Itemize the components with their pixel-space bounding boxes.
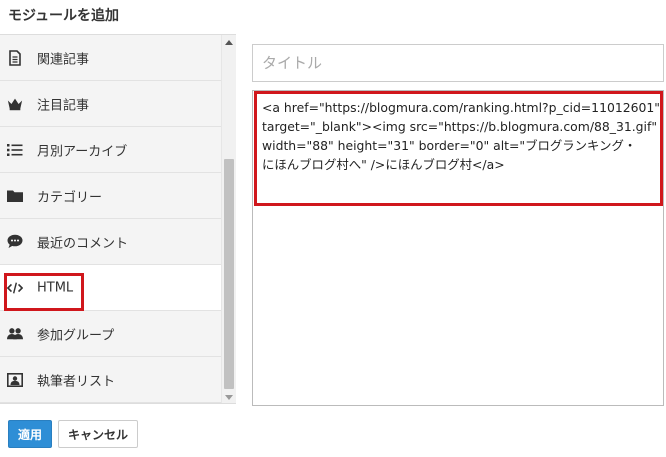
sidebar-item-html[interactable]: HTML [0, 265, 221, 311]
sidebar-item-label: カテゴリー [37, 190, 103, 205]
sidebar-item-author-list[interactable]: 執筆者リスト [0, 357, 221, 403]
sidebar-item-label: 執筆者リスト [37, 374, 116, 389]
sidebar-item-label: 注目記事 [37, 98, 90, 113]
comment-icon [7, 234, 23, 250]
sidebar-item-monthly-archive[interactable]: 月別アーカイブ [0, 127, 221, 173]
apply-button[interactable]: 適用 [8, 420, 52, 448]
code-line: target="_blank"><img src="https://b.blog… [262, 119, 658, 134]
sidebar-item-label: 最近のコメント [37, 236, 129, 251]
sidebar-item-joined-groups[interactable]: 参加グループ [0, 311, 221, 357]
title-input[interactable] [252, 44, 664, 82]
cancel-button[interactable]: キャンセル [58, 420, 138, 448]
sidebar-item-label: 関連記事 [37, 52, 90, 67]
sidebar-scrollbar[interactable] [221, 35, 236, 403]
document-icon [7, 49, 23, 66]
scroll-thumb[interactable] [224, 159, 234, 389]
sidebar-item-featured-articles[interactable]: 注目記事 [0, 81, 221, 127]
sidebar-item-label: 月別アーカイブ [37, 144, 128, 159]
users-icon [7, 326, 23, 342]
folder-icon [7, 188, 23, 204]
code-line: にほんブログ村へ" />にほんブログ村</a> [262, 157, 505, 172]
list-icon [7, 142, 23, 158]
html-code-editor[interactable]: <a href="https://blogmura.com/ranking.ht… [252, 90, 664, 406]
module-list: 関連記事 注目記事 月別アーカイブ カテゴリー 最近のコメント HTML 参加グ… [0, 35, 221, 403]
sidebar-item-related-articles[interactable]: 関連記事 [0, 35, 221, 81]
code-line: width="88" height="31" border="0" alt="ブ… [262, 138, 637, 153]
id-card-icon [7, 372, 23, 388]
sidebar-item-categories[interactable]: カテゴリー [0, 173, 221, 219]
code-icon [7, 280, 23, 296]
sidebar-item-recent-comments[interactable]: 最近のコメント [0, 219, 221, 265]
html-code-text: <a href="https://blogmura.com/ranking.ht… [262, 98, 662, 174]
code-line: <a href="https://blogmura.com/ranking.ht… [262, 100, 660, 115]
dialog-footer: 適用 キャンセル [0, 404, 666, 457]
dialog-title: モジュールを追加 [8, 8, 120, 24]
sidebar-item-label: HTML [37, 280, 74, 295]
scroll-up-arrow-icon[interactable] [225, 40, 233, 45]
sidebar-item-label: 参加グループ [37, 328, 115, 343]
crown-icon [7, 96, 23, 112]
scroll-down-arrow-icon[interactable] [225, 395, 233, 400]
module-sidebar: 関連記事 注目記事 月別アーカイブ カテゴリー 最近のコメント HTML 参加グ… [0, 34, 236, 404]
